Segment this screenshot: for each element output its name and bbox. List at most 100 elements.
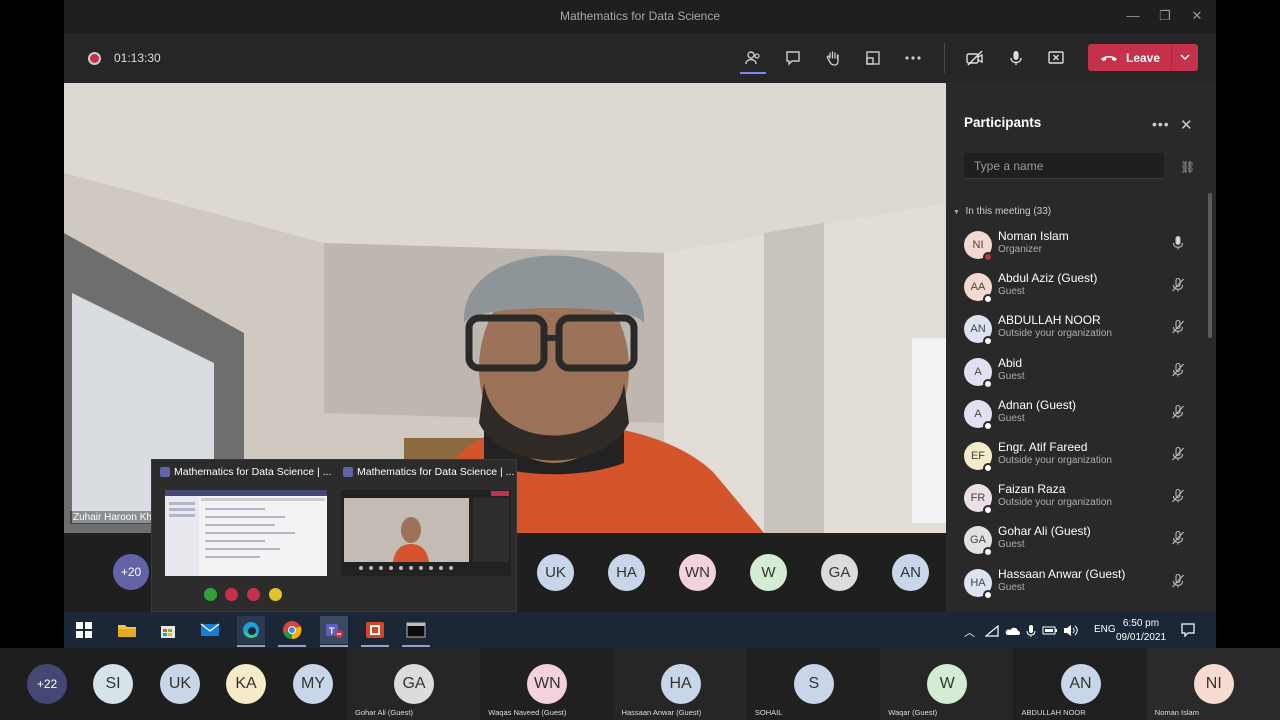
app-running-indicator <box>237 645 265 647</box>
chevron-down-icon[interactable] <box>1180 54 1190 61</box>
participant-row[interactable]: NI Noman Islam Organizer <box>946 225 1208 267</box>
status-busy-icon[interactable] <box>225 588 238 601</box>
more-participants-badge[interactable]: +22 <box>27 664 67 704</box>
powerpoint-app[interactable] <box>361 616 389 644</box>
panel-more-icon[interactable]: ••• <box>1152 116 1170 132</box>
mic-muted-icon[interactable] <box>1170 446 1186 462</box>
panel-close-icon[interactable]: ✕ <box>1180 116 1193 134</box>
camera-off-icon <box>966 50 983 66</box>
toolbar-divider <box>944 43 945 73</box>
in-meeting-section-header[interactable]: ▼ In this meeting (33) <box>953 206 1051 217</box>
breakout-rooms-button[interactable] <box>860 46 886 70</box>
avatar[interactable]: UK <box>537 554 574 591</box>
notifications-icon[interactable] <box>1180 622 1196 638</box>
edge-app[interactable] <box>237 616 265 644</box>
chrome-app[interactable] <box>278 616 306 644</box>
participant-tile[interactable]: WN Waqas Naveed (Guest) <box>480 648 614 720</box>
thumbnail-window-2[interactable] <box>341 490 511 576</box>
participant-row[interactable]: HA Hassaan Anwar (Guest) Guest <box>946 563 1208 605</box>
participant-row[interactable]: A Abid Guest <box>946 352 1208 394</box>
tray-microphone-icon[interactable] <box>1026 624 1036 638</box>
active-tab-indicator <box>740 72 766 74</box>
participant-row[interactable]: GA Gohar Ali (Guest) Guest <box>946 520 1208 562</box>
more-participants-badge[interactable]: +20 <box>113 554 149 590</box>
app-running-indicator <box>320 645 348 647</box>
show-participants-button[interactable] <box>740 46 766 70</box>
participant-tile[interactable]: AN ABDULLAH NOOR <box>1013 648 1147 720</box>
share-content-button[interactable] <box>1043 46 1069 70</box>
participant-tile[interactable]: NI Noman Islam <box>1146 648 1280 720</box>
mail-app[interactable] <box>196 616 224 644</box>
camera-toggle-button[interactable] <box>962 46 988 70</box>
leave-divider <box>1171 44 1172 71</box>
envelope-icon <box>200 623 220 636</box>
avatar[interactable]: WN <box>679 554 716 591</box>
avatar[interactable]: SI <box>93 664 133 704</box>
participant-row[interactable]: AN ABDULLAH NOOR Outside your organizati… <box>946 309 1208 351</box>
meeting-toolbar: 01:13:30 Leave <box>64 33 1216 83</box>
thumbnail-window-1[interactable] <box>165 490 327 576</box>
status-available-icon[interactable] <box>204 588 217 601</box>
raise-hand-button[interactable] <box>820 46 846 70</box>
wifi-icon[interactable] <box>985 625 999 637</box>
input-language-indicator[interactable]: ENG <box>1094 624 1116 635</box>
terminal-app[interactable] <box>402 616 430 644</box>
participant-search-input[interactable] <box>964 153 1164 179</box>
participant-name: Abid <box>998 355 1023 370</box>
restore-icon[interactable]: ❐ <box>1154 6 1176 26</box>
mic-toggle-button[interactable] <box>1003 46 1029 70</box>
status-dnd-icon[interactable] <box>247 588 260 601</box>
mic-muted-icon[interactable] <box>1170 362 1186 378</box>
share-invite-icon[interactable]: ⛓ <box>1180 160 1195 174</box>
avatar[interactable]: KA <box>226 664 266 704</box>
store-app[interactable] <box>154 616 182 644</box>
mic-muted-icon[interactable] <box>1170 319 1186 335</box>
thumbnail-title[interactable]: Mathematics for Data Science | ... <box>343 466 514 478</box>
mic-muted-icon[interactable] <box>1170 530 1186 546</box>
more-actions-button[interactable] <box>900 46 926 70</box>
svg-text:T: T <box>329 626 335 636</box>
participant-row[interactable]: A Adnan (Guest) Guest <box>946 394 1208 436</box>
participant-tile[interactable]: S SOHAIL <box>746 648 881 720</box>
onedrive-icon[interactable] <box>1004 626 1020 636</box>
show-conversation-button[interactable] <box>780 46 806 70</box>
avatar[interactable]: AN <box>892 554 929 591</box>
close-window-icon[interactable]: ✕ <box>1186 6 1208 26</box>
chrome-icon <box>283 621 302 640</box>
volume-icon[interactable] <box>1063 624 1079 637</box>
teams-app[interactable]: T <box>320 616 348 644</box>
battery-icon[interactable] <box>1042 625 1058 636</box>
chat-icon <box>786 51 800 66</box>
participant-tile[interactable]: GA Gohar Ali (Guest) <box>347 648 481 720</box>
avatar[interactable]: UK <box>160 664 200 704</box>
leave-button[interactable]: Leave <box>1088 44 1198 71</box>
file-explorer-app[interactable] <box>113 616 141 644</box>
participants-panel: Participants ••• ✕ ⛓ ▼ In this meeting (… <box>946 83 1216 612</box>
mic-muted-icon[interactable] <box>1170 488 1186 504</box>
start-button[interactable] <box>70 616 98 644</box>
app-running-indicator <box>278 645 306 647</box>
show-hidden-icons-chevron-icon[interactable]: ︿ <box>964 624 975 640</box>
participant-row[interactable]: EF Engr. Atif Fareed Outside your organi… <box>946 436 1208 478</box>
thumbnail-title[interactable]: Mathematics for Data Science | ... <box>160 466 331 478</box>
minimize-icon[interactable]: — <box>1122 6 1144 26</box>
avatar[interactable]: MY <box>293 664 333 704</box>
microphone-icon[interactable] <box>1170 235 1186 251</box>
participant-row[interactable]: AA Abdul Aziz (Guest) Guest <box>946 267 1208 309</box>
panel-scrollbar[interactable] <box>1208 193 1212 338</box>
avatar[interactable]: GA <box>821 554 858 591</box>
avatar[interactable]: HA <box>608 554 645 591</box>
mic-muted-icon[interactable] <box>1170 404 1186 420</box>
presence-status-icon <box>983 294 993 305</box>
avatar: HA <box>660 664 701 704</box>
leave-label: Leave <box>1126 50 1161 65</box>
status-away-icon[interactable] <box>269 588 282 601</box>
mic-muted-icon[interactable] <box>1170 277 1186 293</box>
participant-tile[interactable]: W Waqar (Guest) <box>880 648 1014 720</box>
avatar[interactable]: W <box>750 554 787 591</box>
participant-tile[interactable]: HA Hassaan Anwar (Guest) <box>613 648 747 720</box>
mic-muted-icon[interactable] <box>1170 573 1186 589</box>
system-clock[interactable]: 6:50 pm 09/01/2021 <box>1116 617 1166 645</box>
participant-row[interactable]: FR Faizan Raza Outside your organization <box>946 478 1208 520</box>
app-running-indicator <box>361 645 389 647</box>
